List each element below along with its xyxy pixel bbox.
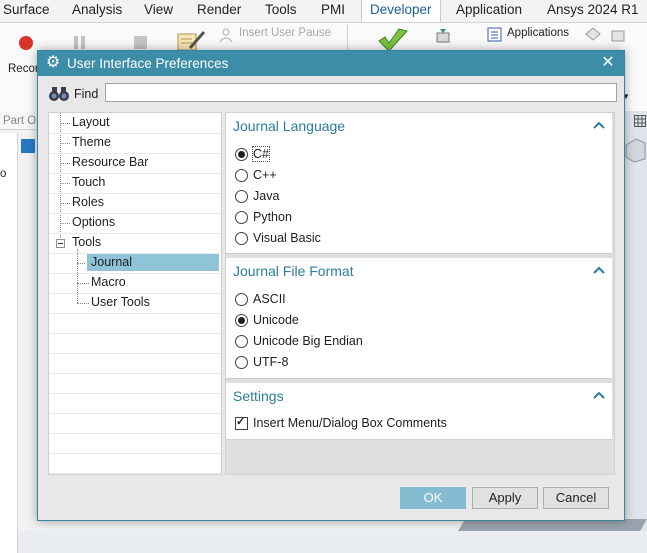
tree-item-label: Layout — [72, 115, 110, 129]
tab-surface[interactable]: Surface — [3, 0, 50, 22]
radio-label: C# — [252, 146, 270, 162]
radio-button[interactable] — [235, 314, 248, 327]
radio-label: Unicode — [253, 313, 299, 327]
tab-tools[interactable]: Tools — [265, 0, 297, 22]
journal-file-format-heading: Journal File Format — [233, 263, 354, 279]
tree-item-macro[interactable]: Macro — [49, 273, 221, 294]
radio-button[interactable] — [235, 335, 248, 348]
tree-item-label: Roles — [72, 195, 104, 209]
radio-button[interactable] — [235, 232, 248, 245]
journal-tools-icon[interactable] — [434, 27, 454, 45]
insert-user-pause-button[interactable]: Insert User Pause — [239, 27, 331, 39]
ribbon-tab-bar: Surface Analysis View Render Tools PMI D… — [0, 0, 647, 23]
tree-item-layout[interactable]: Layout — [49, 113, 221, 134]
close-button[interactable]: ✕ — [598, 52, 618, 74]
cancel-button[interactable]: Cancel — [543, 487, 609, 509]
find-label: Find — [74, 87, 99, 101]
radio-button[interactable] — [235, 169, 248, 182]
journal-file-format-panel: Journal File Format ASCII Unicode Unicod… — [226, 258, 612, 379]
side-letter: o — [0, 168, 7, 180]
tree-item-journal[interactable]: Journal — [49, 253, 221, 274]
grid-view-icon[interactable] — [634, 115, 646, 127]
checkbox-label: Insert Menu/Dialog Box Comments — [253, 416, 447, 430]
tree-item-label: Options — [72, 215, 116, 229]
radio-button[interactable] — [235, 148, 248, 161]
tree-item-label: Tools — [72, 235, 102, 249]
tab-application[interactable]: Application — [456, 0, 522, 22]
journal-language-heading: Journal Language — [233, 118, 346, 134]
tree-item-resource-bar[interactable]: Resource Bar — [49, 153, 221, 174]
apply-button[interactable]: Apply — [472, 487, 538, 509]
record-icon[interactable] — [19, 36, 33, 50]
tree-item-roles[interactable]: Roles — [49, 193, 221, 214]
radio-label: Python — [253, 210, 292, 224]
user-interface-preferences-dialog: ⚙ User Interface Preferences ✕ Find Layo… — [37, 50, 625, 521]
tree-item-label: Touch — [72, 175, 106, 189]
tab-ansys[interactable]: Ansys 2024 R1 — [547, 0, 639, 22]
radio-button[interactable] — [235, 356, 248, 369]
radio-label: Unicode Big Endian — [253, 334, 363, 348]
binoculars-icon — [49, 87, 69, 101]
navigator-icon[interactable] — [21, 139, 35, 153]
tree-item-theme[interactable]: Theme — [49, 133, 221, 154]
view-cube-icon[interactable] — [624, 137, 646, 163]
tree-item-options[interactable]: Options — [49, 213, 221, 234]
collapse-chevron-icon[interactable] — [593, 264, 605, 276]
radio-button[interactable] — [235, 190, 248, 203]
collapse-chevron-icon[interactable] — [593, 389, 605, 401]
settings-heading: Settings — [233, 388, 284, 404]
settings-area: Journal Language C# C++ Java Python Visu… — [225, 112, 615, 475]
dialog-title: User Interface Preferences — [67, 56, 229, 71]
tree-item-label: Macro — [91, 275, 126, 289]
radio-label: ASCII — [253, 292, 286, 306]
tab-render[interactable]: Render — [197, 0, 241, 22]
tree-item-label: Resource Bar — [72, 155, 149, 169]
radio-button[interactable] — [235, 293, 248, 306]
applications-button[interactable]: Applications — [507, 27, 569, 39]
tree-item-label: User Tools — [91, 295, 150, 309]
record-label: Recor — [8, 63, 39, 75]
tree-item-label: Journal — [87, 254, 219, 271]
tree-item-label: Theme — [72, 135, 111, 149]
dialog-title-bar[interactable]: ⚙ User Interface Preferences ✕ — [38, 51, 624, 76]
stop-icon[interactable] — [134, 36, 147, 49]
tab-analysis[interactable]: Analysis — [72, 0, 122, 22]
collapse-toggle-icon[interactable] — [56, 239, 65, 248]
user-pause-icon — [219, 28, 233, 43]
pause-icon[interactable] — [74, 36, 78, 49]
radio-label: Java — [253, 189, 280, 203]
preferences-tree: Layout Theme Resource Bar Touch Roles Op… — [48, 112, 222, 475]
app-tool-icon-2[interactable] — [609, 26, 627, 44]
journal-language-panel: Journal Language C# C++ Java Python Visu… — [226, 113, 612, 254]
tab-developer[interactable]: Developer — [361, 0, 441, 22]
tree-item-touch[interactable]: Touch — [49, 173, 221, 194]
tab-pmi[interactable]: PMI — [321, 0, 345, 22]
tab-view[interactable]: View — [144, 0, 173, 22]
ok-button[interactable]: OK — [400, 487, 466, 509]
radio-button[interactable] — [235, 211, 248, 224]
edit-journal-icon[interactable] — [176, 28, 206, 52]
radio-label: UTF-8 — [253, 355, 289, 369]
app-tool-icon-1[interactable] — [584, 26, 602, 44]
gear-icon: ⚙ — [45, 54, 61, 71]
tree-item-user-tools[interactable]: User Tools — [49, 293, 221, 314]
part-navigator-label: Part O — [3, 115, 37, 127]
settings-panel: Settings Insert Menu/Dialog Box Comments — [226, 383, 612, 440]
radio-label: Visual Basic — [253, 231, 321, 245]
tree-item-tools[interactable]: Tools — [49, 233, 221, 254]
applications-icon — [487, 27, 502, 42]
find-input[interactable] — [105, 83, 617, 102]
collapse-chevron-icon[interactable] — [593, 119, 605, 131]
insert-comments-checkbox[interactable] — [235, 415, 248, 430]
radio-label: C++ — [253, 168, 277, 182]
